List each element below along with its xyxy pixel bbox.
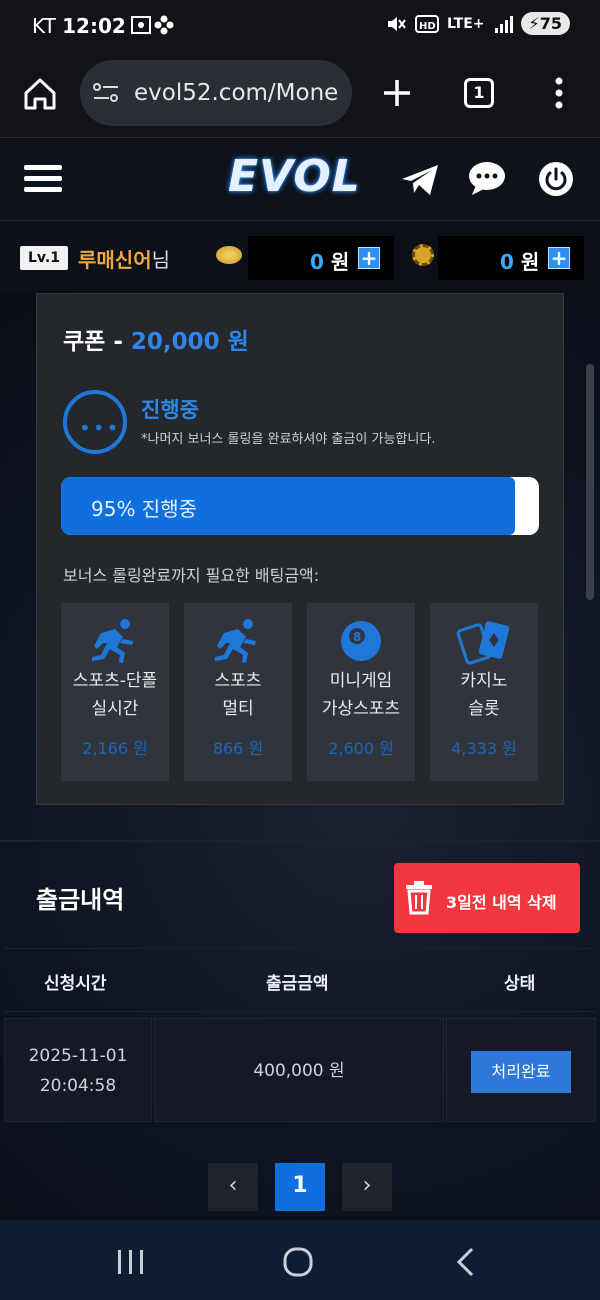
browser-toolbar: evol52.com/Mone 1	[0, 52, 600, 138]
new-tab-icon[interactable]	[382, 78, 412, 108]
username: 루매신어님	[78, 248, 171, 272]
row-date: 2025-11-01	[28, 1046, 128, 1066]
bet-card-amount: 2,166 원	[82, 739, 148, 758]
url-bar[interactable]: evol52.com/Mone	[80, 60, 352, 126]
next-page-button[interactable]: ›	[342, 1163, 392, 1211]
cash-balance: 0 원	[310, 250, 350, 274]
svg-text:8: 8	[353, 630, 361, 644]
bet-card-casino: 카지노 슬롯 4,333 원	[430, 603, 538, 781]
coupon-status-note: *나머지 보너스 롤링을 완료하셔야 출금이 가능합니다.	[141, 432, 436, 447]
cash-add-button[interactable]: +	[358, 247, 380, 269]
status-time: KT 12:02	[32, 14, 126, 38]
logout-power-icon[interactable]	[538, 161, 574, 197]
column-status: 상태	[504, 974, 536, 994]
withdrawal-history-header: 출금내역 3일전 내역 삭제	[0, 840, 600, 948]
home-nav-icon[interactable]	[282, 1246, 314, 1278]
svg-text:HD: HD	[419, 21, 436, 32]
site-settings-icon[interactable]	[92, 82, 120, 104]
status-bar: KT 12:02 HD LTE+ ⚡75	[0, 0, 600, 52]
point-balance-box: 0 원 +	[438, 236, 584, 280]
coupon-title: 쿠폰 - 20,000 원	[63, 329, 249, 355]
site-header: EVOL	[0, 139, 600, 221]
withdrawal-history-title: 출금내역	[36, 886, 125, 914]
point-balance: 0 원	[500, 250, 540, 274]
point-add-button[interactable]: +	[548, 247, 570, 269]
site-logo[interactable]: EVOL	[228, 151, 361, 202]
page-1-button[interactable]: 1	[275, 1163, 325, 1211]
row-time: 20:04:58	[39, 1076, 117, 1096]
rolling-progress-bar: 95% 진행중	[61, 477, 539, 535]
home-icon[interactable]	[22, 76, 58, 112]
url-text: evol52.com/Mone	[134, 80, 339, 106]
runner-icon	[215, 619, 256, 663]
row-amount: 400,000 원	[253, 1061, 345, 1081]
back-icon[interactable]	[454, 1246, 476, 1278]
recent-apps-icon[interactable]	[116, 1248, 146, 1276]
chat-icon[interactable]	[468, 161, 506, 197]
bet-card-name: 미니게임 가상스포츠	[321, 671, 401, 719]
tab-switcher-button[interactable]: 1	[464, 78, 494, 108]
bet-card-amount: 866 원	[212, 739, 264, 758]
in-progress-icon: •••	[63, 390, 127, 454]
system-nav-bar	[0, 1220, 600, 1300]
column-request-time: 신청시간	[44, 974, 107, 994]
hd-icon: HD	[415, 14, 440, 33]
bet-card-name: 스포츠 멀티	[214, 671, 262, 719]
status-icons-right: HD LTE+ ⚡75	[385, 12, 570, 35]
bet-card-name: 스포츠-단폴 실시간	[72, 671, 158, 719]
required-bet-label: 보너스 롤링완료까지 필요한 배팅금액:	[63, 566, 320, 585]
bet-card-name: 카지노 슬롯	[460, 671, 508, 719]
bet-card-minigame: 8 미니게임 가상스포츠 2,600 원	[307, 603, 415, 781]
delete-old-history-button[interactable]: 3일전 내역 삭제	[394, 863, 580, 933]
network-label: LTE+	[447, 15, 485, 32]
coupon-status-title: 진행중	[141, 398, 199, 422]
table-row-amount-cell: 400,000 원	[154, 1018, 444, 1122]
table-header: 신청시간 출금금액 상태	[4, 948, 596, 1012]
column-amount: 출금금액	[266, 974, 329, 994]
cash-balance-box: 0 원 +	[248, 236, 394, 280]
level-badge: Lv.1	[20, 246, 68, 270]
table-row-time-cell: 2025-11-01 20:04:58	[4, 1018, 152, 1122]
bet-card-sports-multi: 스포츠 멀티 866 원	[184, 603, 292, 781]
bet-card-amount: 2,600 원	[328, 739, 394, 758]
bet-card-amount: 4,333 원	[451, 739, 517, 758]
status-badge: 처리완료	[471, 1051, 571, 1093]
more-options-icon[interactable]	[552, 76, 566, 110]
playing-cards-icon	[456, 621, 510, 665]
coin-icon	[216, 246, 242, 264]
trash-icon	[406, 881, 432, 915]
bet-card-sports-single: 스포츠-단폴 실시간 2,166 원	[61, 603, 169, 781]
scrollbar[interactable]	[586, 364, 594, 600]
screenshot-icon	[131, 15, 174, 35]
status-icons-left	[130, 14, 182, 43]
signal-icon	[494, 15, 513, 33]
prev-page-button[interactable]: ‹	[208, 1163, 258, 1211]
user-info-bar: Lv.1 루매신어님 0 원 + 0 원 +	[0, 222, 600, 292]
progress-label: 95% 진행중	[91, 497, 198, 521]
billiard-ball-icon: 8	[341, 621, 381, 661]
table-row-status-cell: 처리완료	[446, 1018, 596, 1122]
chip-icon	[412, 244, 434, 266]
telegram-icon[interactable]	[400, 163, 440, 197]
mute-icon	[388, 16, 406, 31]
runner-icon	[92, 619, 133, 663]
hamburger-menu-icon[interactable]	[24, 163, 62, 195]
battery-indicator: ⚡75	[520, 12, 570, 35]
coupon-panel: 쿠폰 - 20,000 원 ••• 진행중 *나머지 보너스 롤링을 완료하셔야…	[36, 293, 564, 805]
